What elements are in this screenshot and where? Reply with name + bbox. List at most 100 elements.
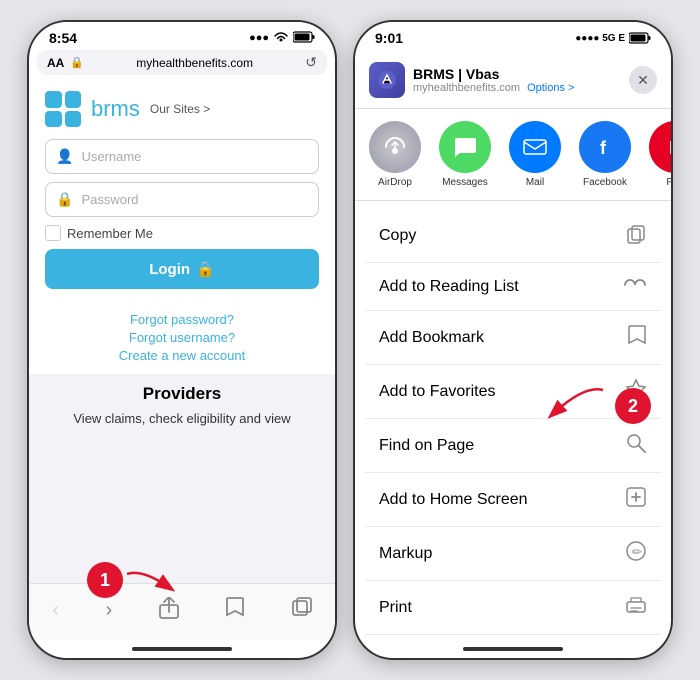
right-status-icons: ●●●● 5G E (575, 32, 651, 44)
left-phone: 8:54 ●●● AA 🔒 myhealthbenefits.com ↺ (27, 20, 337, 660)
share-url: myhealthbenefits.com (413, 82, 520, 94)
brms-sites[interactable]: Our Sites > (150, 102, 210, 116)
brms-name: brms (91, 96, 140, 122)
share-close-button[interactable]: ✕ (629, 66, 657, 94)
find-on-page-label: Find on Page (379, 437, 474, 455)
copy-icon (625, 222, 647, 249)
remember-checkbox[interactable] (45, 225, 61, 241)
share-subtitle: myhealthbenefits.com Options > (413, 82, 574, 94)
bookmark-icon (627, 324, 647, 351)
print-icon (625, 594, 647, 621)
signal-icon: ●●● (249, 32, 269, 44)
reload-button[interactable]: ↺ (305, 54, 317, 71)
share-button[interactable] (151, 593, 187, 628)
facebook-icon: f (579, 121, 631, 173)
battery-icon (293, 31, 315, 46)
menu-list: Copy Add to Reading List Add Bookmark (365, 209, 661, 640)
pinterest-app[interactable]: P Pi... (649, 121, 671, 188)
providers-section: Providers View claims, check eligibility… (29, 374, 335, 583)
airdrop-app[interactable]: AirDrop (369, 121, 421, 188)
brms-header: brms Our Sites > (29, 79, 335, 133)
remember-me-row: Remember Me (45, 225, 319, 241)
markup-icon: ✏ (625, 540, 647, 567)
add-bookmark-label: Add Bookmark (379, 329, 484, 347)
username-placeholder: Username (81, 149, 141, 164)
apps-row: AirDrop Messages Mail f (355, 109, 671, 201)
lock-login-icon: 🔒 (196, 260, 215, 278)
share-app-icon (369, 62, 405, 98)
markup-item[interactable]: Markup ✏ (365, 527, 661, 581)
left-status-icons: ●●● (249, 31, 315, 46)
network-icon: ●●●● 5G E (575, 33, 625, 44)
airdrop-icon (369, 121, 421, 173)
password-placeholder: Password (81, 192, 138, 207)
forgot-username-link[interactable]: Forgot username? (29, 330, 335, 345)
print-label: Print (379, 599, 412, 617)
add-bookmark-item[interactable]: Add Bookmark (365, 311, 661, 365)
facebook-label: Facebook (583, 177, 627, 188)
facebook-app[interactable]: f Facebook (579, 121, 631, 188)
add-home-screen-label: Add to Home Screen (379, 491, 528, 509)
remember-label: Remember Me (67, 226, 153, 241)
add-home-icon (625, 486, 647, 513)
bookmarks-button[interactable] (217, 592, 253, 628)
back-button[interactable]: ‹ (44, 595, 67, 626)
add-reading-list-label: Add to Reading List (379, 278, 519, 296)
print-item[interactable]: Print (365, 581, 661, 635)
add-reading-list-item[interactable]: Add to Reading List (365, 263, 661, 311)
svg-text:P: P (669, 138, 671, 158)
markup-label: Markup (379, 545, 432, 563)
copy-menu-item[interactable]: Copy (365, 209, 661, 263)
share-header-info: BRMS | Vbas myhealthbenefits.com Options… (369, 62, 574, 98)
svg-text:✏: ✏ (632, 545, 642, 559)
username-field[interactable]: 👤 Username (45, 139, 319, 174)
pinterest-label: Pi... (666, 177, 671, 188)
links-section: Forgot password? Forgot username? Create… (29, 295, 335, 374)
annotation-1: 1 (87, 562, 123, 598)
messages-label: Messages (442, 177, 488, 188)
share-options[interactable]: Options > (527, 82, 574, 94)
providers-title: Providers (45, 384, 319, 404)
right-time: 9:01 (375, 30, 403, 46)
messages-app[interactable]: Messages (439, 121, 491, 188)
login-button[interactable]: Login 🔒 (45, 249, 319, 289)
share-header: BRMS | Vbas myhealthbenefits.com Options… (355, 50, 671, 109)
create-account-link[interactable]: Create a new account (29, 348, 335, 363)
left-status-bar: 8:54 ●●● (29, 22, 335, 50)
forward-button[interactable]: › (97, 595, 120, 626)
right-phone: 9:01 ●●●● 5G E BRMS | Vbas myhealthbenef… (353, 20, 673, 660)
mail-app[interactable]: Mail (509, 121, 561, 188)
find-icon (625, 432, 647, 459)
url-text: myhealthbenefits.com (90, 56, 299, 70)
login-label: Login (149, 261, 190, 278)
annotation-2: 2 (615, 388, 651, 424)
left-toolbar: ‹ › (29, 583, 335, 640)
password-field[interactable]: 🔒 Password (45, 182, 319, 217)
right-status-bar: 9:01 ●●●● 5G E (355, 22, 671, 50)
add-favorites-label: Add to Favorites (379, 383, 496, 401)
reading-list-icon (623, 276, 647, 297)
lock-field-icon: 🔒 (56, 191, 73, 208)
share-title-group: BRMS | Vbas myhealthbenefits.com Options… (413, 66, 574, 94)
user-icon: 👤 (56, 148, 73, 165)
mail-label: Mail (526, 177, 544, 188)
copy-label: Copy (379, 227, 416, 245)
text-size-button[interactable]: AA (47, 56, 64, 70)
wifi-icon (273, 31, 289, 46)
login-form: 👤 Username 🔒 Password Remember Me Login … (29, 133, 335, 295)
add-home-screen-item[interactable]: Add to Home Screen (365, 473, 661, 527)
svg-text:f: f (600, 138, 607, 158)
brms-logo (45, 91, 81, 127)
left-address-bar[interactable]: AA 🔒 myhealthbenefits.com ↺ (37, 50, 327, 75)
airdrop-label: AirDrop (378, 177, 412, 188)
pinterest-icon: P (649, 121, 671, 173)
find-on-page-item[interactable]: Find on Page (365, 419, 661, 473)
messages-icon (439, 121, 491, 173)
tabs-button[interactable] (284, 593, 320, 627)
forgot-password-link[interactable]: Forgot password? (29, 312, 335, 327)
lock-icon: 🔒 (70, 56, 84, 69)
left-home-indicator (29, 640, 335, 658)
left-time: 8:54 (49, 30, 77, 46)
share-title: BRMS | Vbas (413, 66, 574, 82)
mail-icon (509, 121, 561, 173)
